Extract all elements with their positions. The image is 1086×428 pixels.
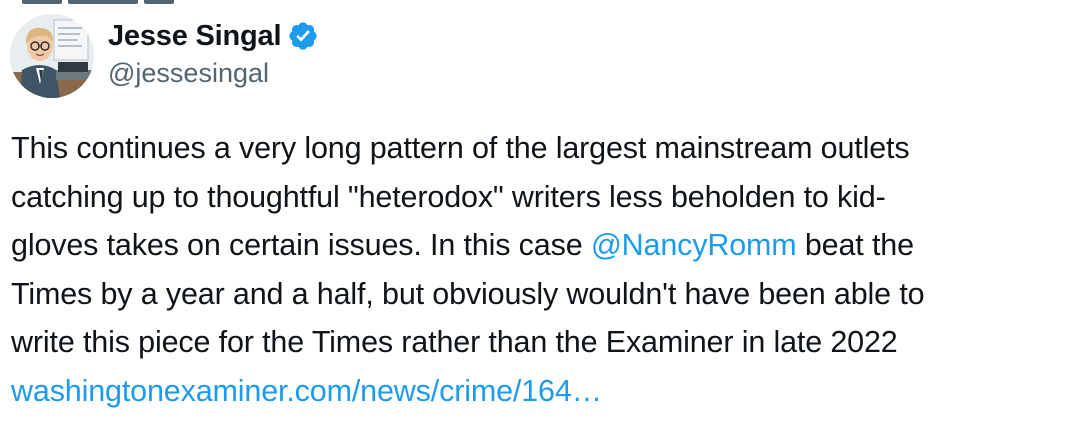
- tweet-line: Times by a year and a half, but obviousl…: [11, 276, 925, 311]
- tweet-line: This continues a very long pattern of th…: [11, 131, 910, 165]
- tweet-text-segment: gloves takes on certain issues. In this …: [11, 228, 591, 262]
- tweet-text-segment: beat the: [796, 228, 914, 262]
- tweet-line: gloves takes on certain issues. In this …: [11, 221, 1079, 270]
- cartoon-avatar-icon: [10, 14, 94, 98]
- mention-link[interactable]: @NancyRomm: [591, 228, 797, 262]
- clipped-previous-content: [22, 0, 222, 6]
- tweet-body: This continues a very long pattern of th…: [11, 124, 1079, 415]
- url-link[interactable]: washingtonexaminer.com/news/crime/164…: [11, 367, 1079, 416]
- display-name[interactable]: Jesse Singal: [108, 20, 282, 53]
- display-name-row: Jesse Singal: [108, 16, 319, 56]
- handle[interactable]: @jessesingal: [108, 58, 319, 89]
- tweet-line: write this piece for the Times rather th…: [11, 325, 898, 359]
- author-names: Jesse Singal @jessesingal: [108, 16, 319, 89]
- tweet-line: catching up to thoughtful "heterodox" wr…: [11, 179, 886, 214]
- verified-badge-icon[interactable]: [287, 20, 319, 52]
- avatar[interactable]: [10, 14, 94, 98]
